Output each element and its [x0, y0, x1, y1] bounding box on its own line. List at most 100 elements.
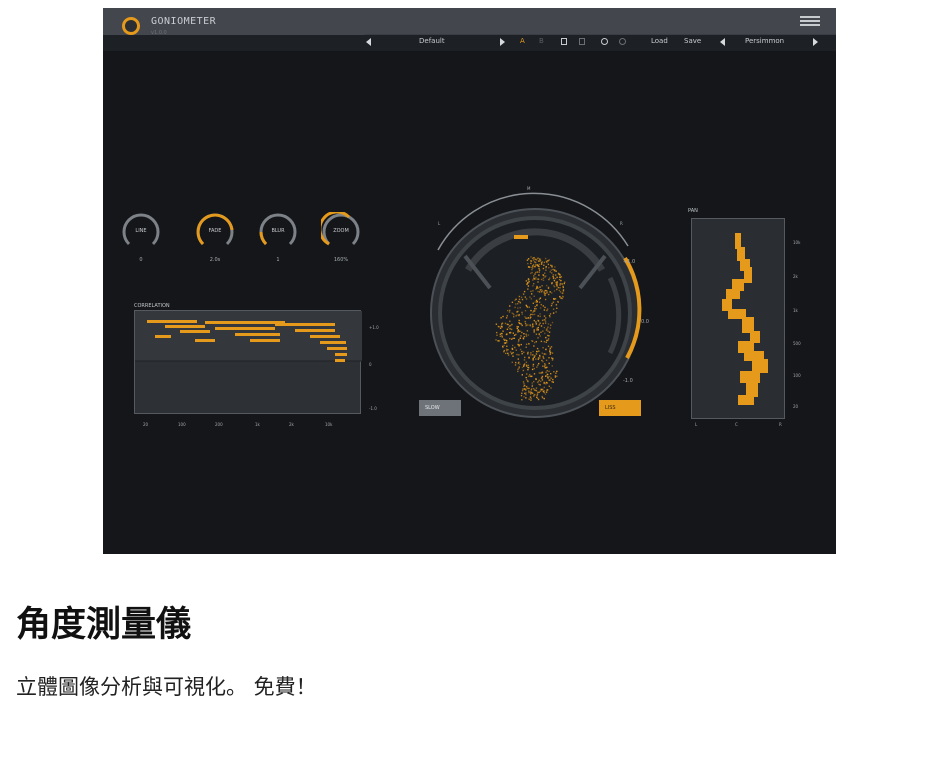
copy-icon[interactable] — [561, 38, 567, 45]
scope-dot — [528, 279, 530, 281]
scope-dot — [518, 354, 520, 356]
scope-dot — [524, 392, 526, 395]
scope-dot — [515, 303, 517, 305]
scope-dot — [525, 280, 528, 282]
meter-tick-top: +1.0 — [623, 259, 636, 265]
plugin-header: GONIOMETER v1.0.0 Default A B Load Save … — [103, 8, 836, 52]
scope-dot — [525, 343, 528, 345]
scope-dot — [548, 362, 550, 365]
scope-dot — [534, 308, 536, 310]
scope-dot — [509, 309, 511, 312]
scope-dot — [511, 338, 513, 340]
scope-dot — [503, 338, 505, 340]
scope-dot — [552, 268, 554, 271]
scope-dot — [532, 259, 535, 261]
scope-dot — [550, 387, 552, 389]
save-button[interactable]: Save — [684, 37, 701, 45]
fade-knob[interactable]: FADE 2.0s — [195, 212, 235, 272]
scope-dot — [547, 334, 549, 337]
scope-dot — [535, 323, 537, 325]
scope-dot — [502, 315, 504, 318]
scope-dot — [551, 292, 553, 294]
scope-dot — [506, 350, 508, 352]
scope-dot — [535, 276, 537, 279]
lissajous-button[interactable]: LISS — [599, 400, 641, 416]
scope-dot — [536, 393, 539, 395]
scope-dot — [541, 379, 544, 381]
scope-dot — [533, 275, 535, 277]
meter-tick-bottom: -1.0 — [623, 378, 633, 384]
ab-a-button[interactable]: A — [520, 37, 525, 45]
scope-dot — [523, 335, 526, 338]
preset-prev-icon[interactable] — [366, 38, 371, 46]
scope-dot — [528, 281, 530, 283]
scope-dot — [525, 335, 528, 337]
scope-dot — [532, 357, 534, 360]
scope-dot — [552, 275, 554, 278]
scope-dot — [518, 330, 520, 333]
theme-name[interactable]: Persimmon — [745, 37, 784, 45]
scope-dot — [544, 306, 546, 309]
scope-dot — [528, 398, 530, 400]
paste-icon[interactable] — [579, 38, 585, 45]
scope-dot — [541, 285, 543, 287]
scope-dot — [524, 316, 526, 318]
scope-dot — [518, 298, 521, 301]
ab-b-button[interactable]: B — [539, 37, 544, 45]
scope-dot — [496, 331, 498, 334]
scope-dot — [526, 259, 529, 261]
slow-button[interactable]: SLOW — [419, 400, 461, 416]
scope-dot — [551, 359, 554, 361]
scope-dot — [532, 290, 534, 292]
scope-dot — [504, 342, 507, 344]
scope-right-label: R — [620, 221, 623, 226]
scope-dot — [545, 265, 547, 268]
scope-dot — [518, 366, 520, 368]
scope-dot — [539, 315, 541, 318]
line-knob[interactable]: LINE 0 — [121, 212, 161, 272]
scope-dot — [549, 313, 552, 315]
scope-dot — [511, 323, 513, 326]
scope-dot — [555, 311, 557, 313]
scope-dot — [527, 324, 529, 326]
scope-dot — [552, 277, 555, 279]
scope-dot — [535, 308, 537, 310]
scope-dot — [531, 388, 533, 390]
blur-knob[interactable]: BLUR 1 — [258, 212, 298, 272]
scope-dot — [533, 331, 535, 333]
scope-dot — [540, 261, 543, 264]
load-button[interactable]: Load — [651, 37, 668, 45]
scope-dot — [527, 369, 529, 371]
scope-dot — [539, 307, 542, 309]
scope-left-label: L — [438, 221, 441, 226]
scope-dot — [545, 381, 548, 384]
scope-dot — [549, 277, 551, 279]
scope-dot — [521, 313, 523, 315]
scope-dot — [521, 350, 523, 353]
scope-dot — [555, 281, 557, 284]
menu-icon[interactable] — [800, 16, 820, 26]
zoom-knob[interactable]: ZOOM 160% — [321, 212, 361, 272]
theme-prev-icon[interactable] — [720, 38, 725, 46]
scope-dot — [507, 309, 509, 312]
scope-dot — [499, 333, 501, 335]
theme-next-icon[interactable] — [813, 38, 818, 46]
scope-dot — [523, 383, 525, 385]
scope-dot — [545, 371, 547, 374]
scope-dot — [536, 397, 539, 399]
scope-dot — [542, 274, 545, 277]
scope-dot — [517, 300, 520, 303]
scope-dot — [541, 319, 544, 322]
pan-y-tick: 500 — [793, 341, 801, 346]
preset-name[interactable]: Default — [419, 37, 445, 45]
undo-icon[interactable] — [601, 38, 608, 45]
preset-next-icon[interactable] — [500, 38, 505, 46]
scope-dot — [520, 394, 523, 397]
scope-dot — [506, 345, 508, 347]
pan-y-tick: 2k — [793, 274, 798, 279]
scope-dot — [522, 293, 525, 295]
scope-dot — [532, 267, 534, 269]
scope-dot — [543, 319, 545, 321]
scope-dot — [523, 351, 525, 353]
redo-icon[interactable] — [619, 38, 626, 45]
